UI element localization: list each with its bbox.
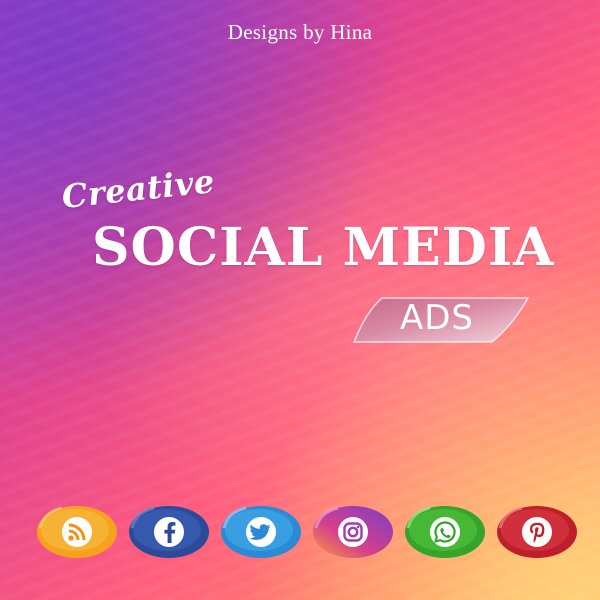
whatsapp-icon [402, 504, 488, 560]
instagram-icon [310, 504, 396, 560]
ads-label: ADS [399, 298, 475, 338]
social-icon-row [34, 504, 577, 560]
brand-name: Designs by Hina [227, 20, 373, 44]
pinterest-icon [494, 504, 580, 560]
headline-main: SOCIAL MEDIA [92, 217, 555, 278]
rss-icon [34, 504, 120, 560]
facebook-icon [126, 504, 212, 560]
headline-script: Creative [60, 162, 217, 216]
twitter-icon [218, 504, 304, 560]
ads-badge: ADS [352, 296, 530, 344]
ad-poster: Designs by Hina Creative SOCIAL MEDIA AD… [0, 0, 600, 600]
